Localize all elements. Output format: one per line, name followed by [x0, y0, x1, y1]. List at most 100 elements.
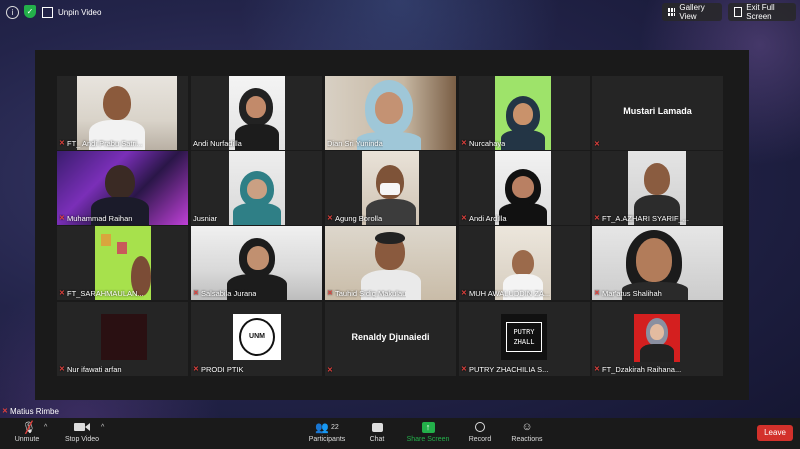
- participant-name: Jusniar: [193, 214, 218, 223]
- grid-icon: [668, 8, 676, 16]
- brand-logo: PUTRY ZHALL: [506, 322, 542, 352]
- wall-frame: [117, 242, 127, 254]
- mic-muted-icon: 🎙 ╱: [21, 421, 36, 434]
- participant-tile[interactable]: PUTRY ZHALL ✕ PUTRY ZHACHILIA S...: [459, 302, 590, 376]
- chat-icon: [364, 420, 390, 434]
- participant-tile[interactable]: ✕ Salsabila Jurana: [191, 226, 322, 300]
- mic-muted-icon: ✕: [59, 290, 65, 297]
- participant-name: ✕ FT_Dzakirah Raihana...: [594, 365, 682, 374]
- participant-video: [229, 151, 285, 225]
- exit-full-screen-label: Exit Full Screen: [746, 3, 775, 21]
- mic-muted-icon: ✕: [193, 366, 199, 373]
- mic-muted-icon: ✕: [461, 215, 467, 222]
- participant-tile[interactable]: Jusniar: [191, 151, 322, 225]
- share-screen-button[interactable]: ↑ Share Screen: [406, 420, 450, 443]
- person: [644, 163, 670, 195]
- person-body: [233, 203, 281, 225]
- participant-tile[interactable]: ✕ Tauhid Sidiq Makulau: [325, 226, 456, 300]
- record-icon: [466, 420, 494, 434]
- university-logo: UNM: [239, 318, 275, 356]
- participant-name: ✕: [327, 367, 333, 374]
- gallery-grid: ✕ FT_ Andi Prabu Satri... Andi Nurfadilla…: [35, 50, 749, 400]
- participant-tile[interactable]: ✕ Mar'atus Shalihah: [592, 226, 723, 300]
- mic-muted-icon: ✕: [461, 290, 467, 297]
- encryption-shield-icon[interactable]: ✓: [24, 5, 36, 18]
- mic-muted-icon: ✕: [193, 290, 199, 297]
- leave-button[interactable]: Leave: [757, 425, 793, 441]
- participant-tile[interactable]: ✕ FT_A.AZHARI SYARIF_...: [592, 151, 723, 225]
- exit-full-screen-button[interactable]: Exit Full Screen: [728, 3, 796, 21]
- video-camera-icon: [62, 420, 102, 434]
- unmute-button[interactable]: 🎙 ╱ Unmute: [10, 420, 44, 444]
- person: [512, 250, 534, 276]
- participant-name: ✕ Andi Ardilla: [461, 214, 507, 223]
- participant-tile[interactable]: Dian Sri Yuninda: [325, 76, 456, 150]
- participant-name: Andi Nurfadilla: [193, 139, 242, 148]
- participant-profile-picture: [634, 314, 680, 362]
- person-face: [246, 96, 266, 118]
- participant-tile[interactable]: ✕ Andi Ardilla: [459, 151, 590, 225]
- mic-muted-icon: ✕: [327, 215, 333, 222]
- participant-tile[interactable]: ✕ FT_SARAHMAULAN...: [57, 226, 188, 300]
- participant-tile[interactable]: Andi Nurfadilla: [191, 76, 322, 150]
- participant-name: ✕ Muhammad Raihan: [59, 214, 133, 223]
- mic-muted-icon: ✕: [461, 140, 467, 147]
- gallery-view-button[interactable]: Gallery View: [662, 3, 722, 21]
- meeting-controls-toolbar: 🎙 ╱ Unmute ^ Stop Video ^ 👥 22 Participant…: [0, 418, 800, 449]
- participant-tile[interactable]: ✕ FT_Dzakirah Raihana...: [592, 302, 723, 376]
- gallery-view-label: Gallery View: [679, 3, 705, 21]
- audio-options-chevron-icon[interactable]: ^: [44, 424, 47, 431]
- participant-name: ✕ FT_ Andi Prabu Satri...: [59, 139, 143, 148]
- stop-video-button[interactable]: Stop Video: [62, 420, 102, 443]
- person-face: [650, 324, 664, 340]
- person-body: [501, 130, 545, 150]
- participant-name: ✕ FT_SARAHMAULAN...: [59, 289, 144, 298]
- mic-muted-icon: ✕: [327, 367, 333, 374]
- active-speaker-label: ✕ Matius Rimbe: [2, 407, 59, 416]
- participant-name: ✕ Mar'atus Shalihah: [594, 289, 662, 298]
- mic-muted-icon: ✕: [594, 290, 600, 297]
- mic-muted-icon: ✕: [59, 140, 65, 147]
- participant-tile[interactable]: Mustari Lamada ✕: [592, 76, 723, 150]
- participant-name: ✕ Tauhid Sidiq Makulau: [327, 289, 407, 298]
- person-face: [636, 238, 672, 282]
- participant-tile[interactable]: ✕ Nur ifawati arfan: [57, 302, 188, 376]
- participant-name: ✕ Nur ifawati arfan: [59, 365, 122, 374]
- info-icon[interactable]: i: [6, 6, 19, 19]
- record-button[interactable]: Record: [466, 420, 494, 443]
- participant-name: ✕: [594, 141, 600, 148]
- participant-name: ✕ Agung Borolla: [327, 214, 383, 223]
- participant-tile[interactable]: ✕ Agung Borolla: [325, 151, 456, 225]
- person-face: [247, 246, 269, 270]
- person-face: [247, 179, 267, 199]
- mic-muted-icon: ✕: [594, 141, 600, 148]
- participant-name: ✕ Nurcahaya: [461, 139, 506, 148]
- person-face: [512, 176, 534, 198]
- participant-tile[interactable]: ✕ Muhammad Raihan: [57, 151, 188, 225]
- reactions-button[interactable]: ☺ Reactions: [510, 420, 544, 443]
- person-face: [513, 103, 533, 125]
- share-screen-icon: ↑: [406, 420, 450, 434]
- participant-tile[interactable]: UNM ✕ PRODI PTIK: [191, 302, 322, 376]
- mic-muted-icon: ✕: [594, 215, 600, 222]
- smiley-icon: ☺: [521, 421, 533, 433]
- wall-frame: [101, 234, 111, 246]
- unpin-icon: [42, 6, 53, 18]
- unpin-video-label: Unpin Video: [58, 7, 102, 17]
- participant-tile[interactable]: Renaldy Djunaiedi ✕: [325, 302, 456, 376]
- person-hair: [375, 232, 405, 244]
- participant-tile[interactable]: ✕ MUH AWALUDDIN ZA...: [459, 226, 590, 300]
- participant-tile[interactable]: ✕ FT_ Andi Prabu Satri...: [57, 76, 188, 150]
- mic-muted-icon: ✕: [59, 215, 65, 222]
- video-options-chevron-icon[interactable]: ^: [101, 424, 104, 431]
- exit-full-screen-icon: [734, 7, 743, 17]
- participant-profile-picture: PUTRY ZHALL: [501, 314, 547, 360]
- chat-button[interactable]: Chat: [364, 420, 390, 443]
- participant-name: Dian Sri Yuninda: [327, 139, 383, 148]
- participant-name: ✕ FT_A.AZHARI SYARIF_...: [594, 214, 689, 223]
- participants-button[interactable]: 👥 22 Participants: [306, 420, 348, 444]
- participant-tile[interactable]: ✕ Nurcahaya: [459, 76, 590, 150]
- participant-profile-picture: [101, 314, 147, 360]
- participant-display-name: Mustari Lamada: [623, 106, 692, 116]
- unpin-video-button[interactable]: Unpin Video: [42, 4, 101, 20]
